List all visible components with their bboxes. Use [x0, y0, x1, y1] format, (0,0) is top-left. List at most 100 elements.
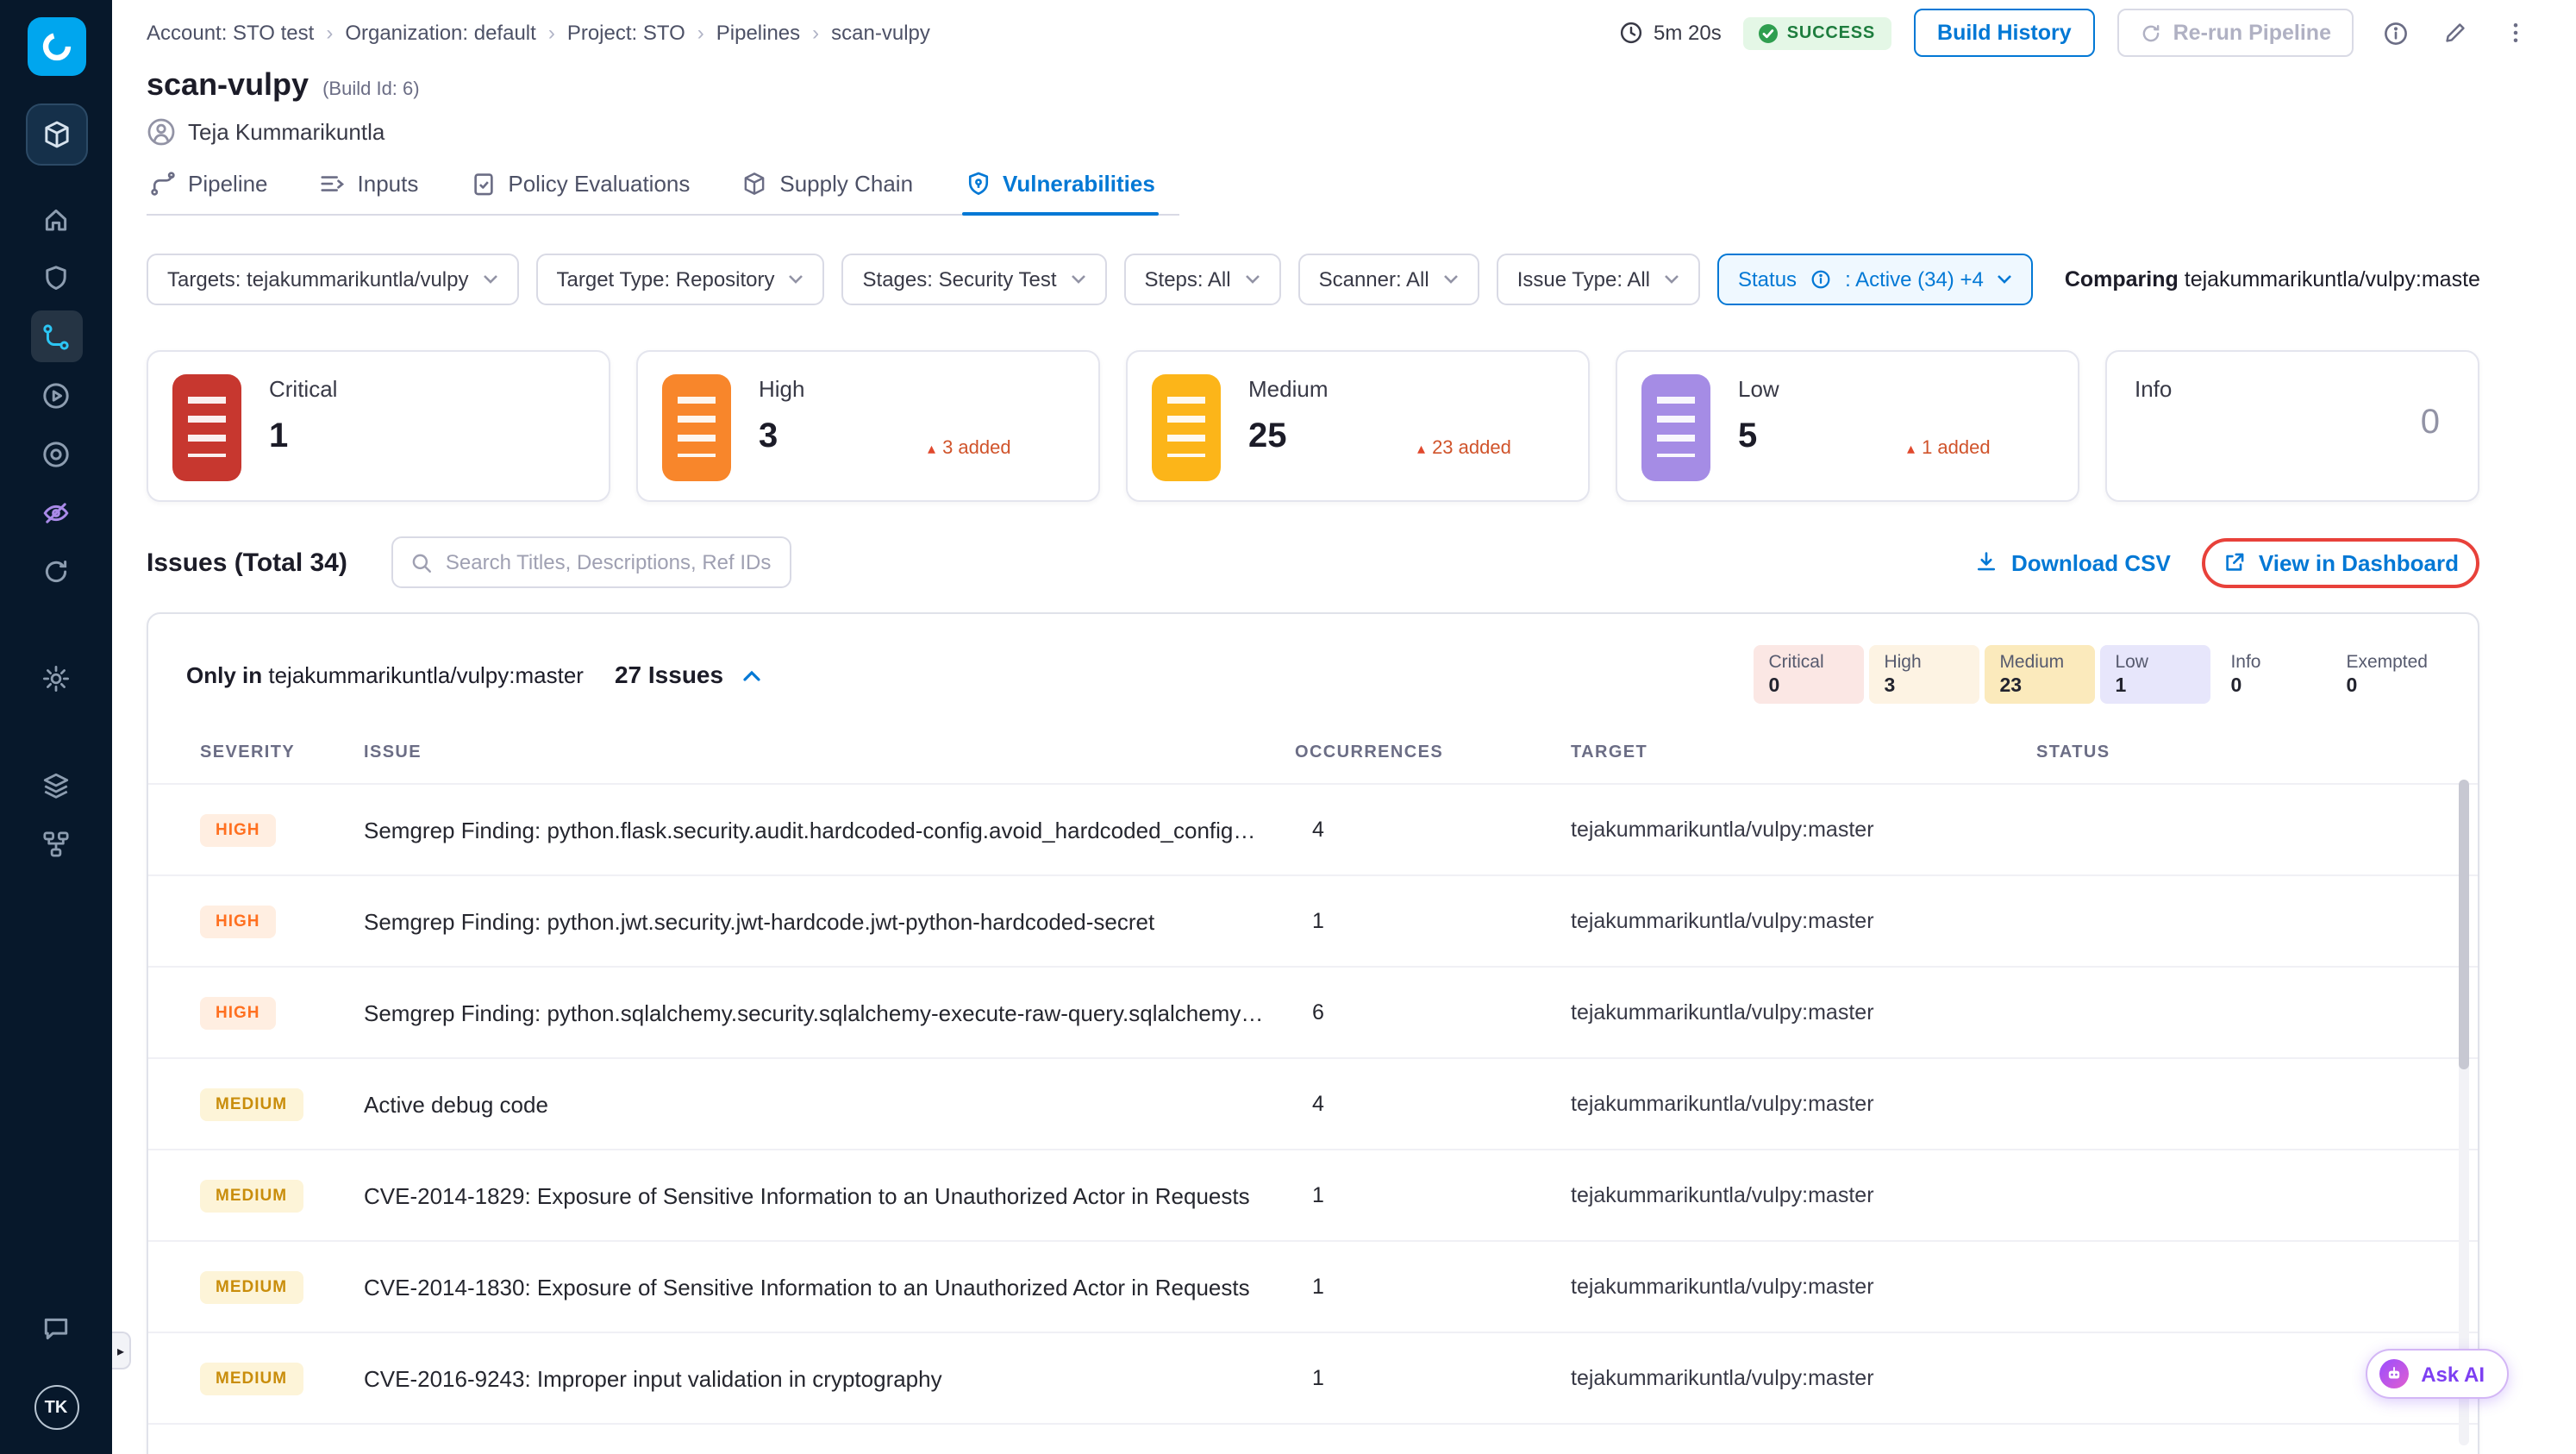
tab-pipeline-label: Pipeline: [188, 171, 268, 197]
table-row[interactable]: HIGH Semgrep Finding: python.jwt.securit…: [148, 874, 2478, 966]
issue-title: Semgrep Finding: python.jwt.security.jwt…: [364, 908, 1155, 934]
medium-severity-icon: [1152, 374, 1221, 481]
target-value: tejakummarikuntla/vulpy:master: [1571, 1275, 1874, 1299]
comparing-note: Comparing tejakummarikuntla/vulpy:master…: [2065, 267, 2479, 291]
chevron-down-icon: [1443, 274, 1459, 285]
user-avatar[interactable]: TK: [34, 1385, 78, 1430]
column-status: STATUS: [2036, 743, 2110, 761]
kebab-menu-icon: [2513, 22, 2518, 43]
table-row[interactable]: MEDIUM CVE-2016-9243: Improper input val…: [148, 1332, 2478, 1423]
severity-badge: HIGH: [200, 996, 276, 1029]
triggered-by: Teja Kummarikuntla: [112, 103, 2576, 147]
sidebar-item-services[interactable]: [30, 759, 82, 811]
severity-badge: MEDIUM: [200, 1270, 303, 1303]
table-row[interactable]: MEDIUM CVE-2014-1829: Exposure of Sensit…: [148, 1149, 2478, 1240]
chevron-up-icon: [742, 669, 760, 680]
more-options-button[interactable]: [2497, 14, 2535, 52]
card-low-label: Low: [1738, 376, 1779, 402]
severity-chip-row: Critical 0 High 3 Medium 23 Low 1 Info 0…: [1753, 645, 2443, 704]
card-high-count: 3: [759, 417, 778, 455]
rerun-pipeline-button[interactable]: Re-run Pipeline: [2117, 9, 2354, 57]
chip-medium: Medium 23: [1984, 645, 2095, 704]
module-selector[interactable]: [25, 103, 87, 166]
comparing-target: tejakummarikuntla/vulpy:master: [2184, 267, 2479, 291]
sidebar-item-pipelines[interactable]: [30, 310, 82, 362]
sidebar-item-security-tests[interactable]: [30, 486, 82, 538]
tab-supply-chain[interactable]: Supply Chain: [738, 171, 916, 214]
target-value: tejakummarikuntla/vulpy:master: [1571, 1366, 1874, 1390]
search-input[interactable]: [445, 550, 773, 574]
filter-scanner[interactable]: Scanner: All: [1297, 254, 1479, 305]
tab-pipeline[interactable]: Pipeline: [147, 171, 272, 214]
filter-stages[interactable]: Stages: Security Test: [841, 254, 1107, 305]
sidebar-item-organization[interactable]: [30, 818, 82, 869]
filter-targets[interactable]: Targets: tejakummarikuntla/vulpy: [147, 254, 519, 305]
help-panel-expander[interactable]: ▸: [112, 1332, 131, 1369]
table-row[interactable]: HIGH Semgrep Finding: python.sqlalchemy.…: [148, 966, 2478, 1057]
severity-badge: MEDIUM: [200, 1179, 303, 1212]
column-severity: SEVERITY: [200, 743, 296, 761]
table-row[interactable]: MEDIUM Active debug code 4 tejakummariku…: [148, 1057, 2478, 1149]
comparing-label: Comparing: [2064, 267, 2179, 291]
occurrences-value: 1: [1312, 1183, 1324, 1207]
tab-policy-evaluations[interactable]: Policy Evaluations: [466, 171, 693, 214]
filter-target-type[interactable]: Target Type: Repository: [535, 254, 825, 305]
breadcrumb-organization[interactable]: Organization: default: [345, 21, 536, 45]
harness-logo[interactable]: [27, 17, 85, 76]
breadcrumb-account[interactable]: Account: STO test: [147, 21, 314, 45]
filters-row: Targets: tejakummarikuntla/vulpy Target …: [112, 254, 2576, 305]
issues-actions: Download CSV View in Dashboard: [1975, 537, 2479, 587]
occurrences-value: 6: [1312, 1000, 1324, 1025]
filter-status[interactable]: Status : Active (34) +4: [1717, 254, 2034, 305]
ask-ai-button[interactable]: Ask AI: [2366, 1349, 2509, 1399]
tab-inputs[interactable]: Inputs: [316, 171, 422, 214]
breadcrumb-project[interactable]: Project: STO: [567, 21, 685, 45]
status-badge-label: SUCCESS: [1786, 23, 1876, 42]
edit-pipeline-button[interactable]: [2436, 14, 2474, 52]
feedback-button[interactable]: [30, 1302, 82, 1354]
pipelines-icon: [43, 323, 69, 349]
severity-cards: Critical 1 High 3 ▴ 3 added Medium 25 ▴ …: [112, 350, 2576, 502]
collapse-group-button[interactable]: [741, 667, 761, 682]
sidebar-item-scans[interactable]: [30, 252, 82, 304]
page-title: scan-vulpy: [147, 67, 309, 102]
sidebar-item-home[interactable]: [30, 193, 82, 245]
issue-title: Active debug code: [364, 1091, 548, 1117]
download-csv-button[interactable]: Download CSV: [1975, 549, 2171, 575]
sidebar-item-sync[interactable]: [30, 545, 82, 597]
issues-group-header: Only in tejakummarikuntla/vulpy:master 2…: [148, 614, 2478, 721]
table-row[interactable]: MEDIUM: [148, 1423, 2478, 1454]
run-duration: 5m 20s: [1619, 21, 1722, 45]
filter-steps[interactable]: Steps: All: [1123, 254, 1281, 305]
up-arrow-icon: ▴: [1907, 439, 1916, 456]
card-medium-label: Medium: [1248, 376, 1329, 402]
tab-vulnerabilities[interactable]: Vulnerabilities: [961, 171, 1160, 216]
filter-target-type-label: Target Type: Repository: [556, 267, 775, 291]
policy-check-icon: [470, 171, 496, 197]
filter-issue-type[interactable]: Issue Type: All: [1496, 254, 1700, 305]
view-in-dashboard-button[interactable]: View in Dashboard: [2223, 549, 2459, 575]
severity-badge: MEDIUM: [200, 1362, 303, 1394]
app-window: TK ▸ Account: STO test › Organization: d…: [0, 0, 2576, 1454]
card-medium-added: ▴ 23 added: [1417, 438, 1511, 459]
card-low: Low 5 ▴ 1 added: [1616, 350, 2079, 502]
build-history-button[interactable]: Build History: [1913, 9, 2096, 57]
breadcrumb-pipelines[interactable]: Pipelines: [716, 21, 800, 45]
card-high-label: High: [759, 376, 805, 402]
view-in-dashboard-label: View in Dashboard: [2258, 549, 2459, 575]
inputs-icon: [320, 171, 346, 197]
issue-title: CVE-2014-1829: Exposure of Sensitive Inf…: [364, 1182, 1250, 1208]
sidebar-item-executions[interactable]: [30, 369, 82, 421]
tab-inputs-label: Inputs: [357, 171, 419, 197]
group-title: Only in tejakummarikuntla/vulpy:master: [186, 661, 584, 687]
table-row[interactable]: MEDIUM CVE-2014-1830: Exposure of Sensit…: [148, 1240, 2478, 1332]
sidebar-item-targets[interactable]: [30, 428, 82, 479]
table-scrollbar-thumb[interactable]: [2459, 780, 2469, 1069]
info-button[interactable]: [2376, 14, 2414, 52]
table-row[interactable]: HIGH Semgrep Finding: python.flask.secur…: [148, 783, 2478, 874]
card-info-count: 0: [2420, 404, 2440, 442]
severity-badge: MEDIUM: [200, 1087, 303, 1120]
sidebar-item-project-settings[interactable]: [30, 652, 82, 704]
download-icon: [1978, 552, 1996, 571]
rerun-pipeline-label: Re-run Pipeline: [2173, 21, 2331, 45]
